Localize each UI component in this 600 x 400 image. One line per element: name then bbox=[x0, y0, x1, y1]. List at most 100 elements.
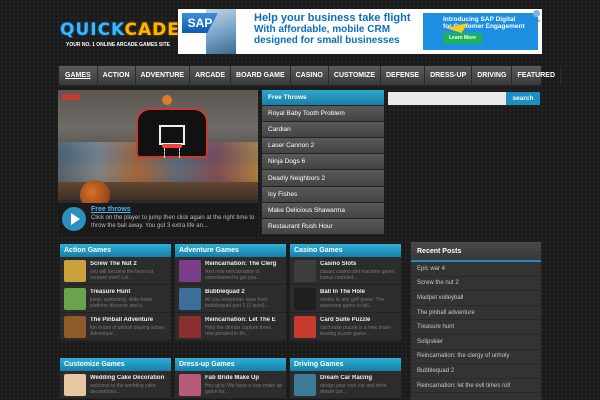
recent-post-link[interactable]: The pinball adventure bbox=[411, 306, 541, 321]
game-name[interactable]: Casino Slots bbox=[320, 261, 400, 267]
game-name[interactable]: Wedding Cake Decoration bbox=[90, 375, 170, 381]
panel-title[interactable]: Adventure Games bbox=[175, 244, 286, 257]
nav-action[interactable]: ACTION bbox=[98, 66, 136, 85]
game-thumbnail[interactable] bbox=[179, 316, 201, 338]
panel-title[interactable]: Action Games bbox=[60, 244, 171, 257]
game-thumbnail[interactable] bbox=[179, 260, 201, 282]
search-button[interactable]: search bbox=[506, 92, 540, 105]
panel-driving-games: Driving Games Dream Car Racing design yo… bbox=[290, 358, 401, 399]
game-thumbnail[interactable] bbox=[64, 316, 86, 338]
game-item[interactable]: Treasure Hunt jump, swimming, slide-head… bbox=[60, 285, 171, 313]
corner-marker bbox=[62, 94, 80, 100]
recent-post-link[interactable]: Epic war 4 bbox=[411, 262, 541, 277]
game-item[interactable]: Casino Slots classic casino slot machine… bbox=[290, 257, 401, 285]
close-icon[interactable]: ✕ bbox=[536, 18, 541, 25]
game-thumbnail[interactable] bbox=[179, 288, 201, 310]
panel-title[interactable]: Driving Games bbox=[290, 358, 401, 371]
featured-list-item[interactable]: Icy Fishes bbox=[262, 186, 384, 203]
nav-adventure[interactable]: ADVENTURE bbox=[136, 66, 191, 85]
nav-casino[interactable]: CASINO bbox=[291, 66, 329, 85]
panel-title[interactable]: Dress-up Games bbox=[175, 358, 286, 371]
recent-post-link[interactable]: Madpet volleyball bbox=[411, 291, 541, 306]
adchoices-icon[interactable] bbox=[533, 10, 540, 17]
play-icon[interactable] bbox=[62, 207, 86, 231]
game-name[interactable]: Reincarnation: The Clerg bbox=[205, 261, 285, 267]
recent-post-link[interactable]: Solipskier bbox=[411, 335, 541, 350]
game-item[interactable]: Ball In The Hole similar to any golf gam… bbox=[290, 285, 401, 313]
game-desc: And now reincarnation is unrestrained to… bbox=[205, 269, 261, 281]
game-item[interactable]: Screw The Nut 2 you will become the best… bbox=[60, 257, 171, 285]
game-name[interactable]: Dream Car Racing bbox=[320, 375, 400, 381]
recent-post-link[interactable]: Bubblequad 2 bbox=[411, 364, 541, 379]
featured-list-item[interactable]: Deadly Neighbors 2 bbox=[262, 170, 384, 187]
game-item[interactable]: Wedding Cake Decoration welcome to the w… bbox=[60, 371, 171, 399]
nav-dress-up[interactable]: DRESS-UP bbox=[425, 66, 473, 85]
recent-post-link[interactable]: Screw the nut 2 bbox=[411, 277, 541, 292]
game-thumbnail[interactable] bbox=[294, 260, 316, 282]
game-name[interactable]: Ball In The Hole bbox=[320, 289, 400, 295]
game-name[interactable]: Bubblequad 2 bbox=[205, 289, 285, 295]
game-item[interactable]: Fab Bride Make Up Hey girls! We have a n… bbox=[175, 371, 286, 399]
backboard-square bbox=[159, 125, 185, 145]
game-thumbnail[interactable] bbox=[64, 288, 86, 310]
search-form: search bbox=[388, 92, 540, 105]
nav-games[interactable]: GAMES bbox=[59, 66, 98, 85]
featured-list-item[interactable]: Free Throws bbox=[262, 90, 384, 107]
game-desc: classic casino slot machine game, bonus … bbox=[320, 269, 396, 281]
panel-title[interactable]: Casino Games bbox=[290, 244, 401, 257]
game-name[interactable]: Treasure Hunt bbox=[90, 289, 170, 295]
game-desc: All you remember save from bubblequad pa… bbox=[205, 297, 269, 309]
featured-list-item[interactable]: Restaurant Rush Hour bbox=[262, 218, 384, 235]
basketball-icon bbox=[162, 95, 172, 105]
featured-caption: Free throws Click on the player to jump … bbox=[58, 203, 258, 235]
nav-driving[interactable]: DRIVING bbox=[472, 66, 513, 85]
recent-post-link[interactable]: Reincarnation: the clergy of unholy bbox=[411, 350, 541, 365]
game-thumbnail[interactable] bbox=[64, 260, 86, 282]
panel-title[interactable]: Customize Games bbox=[60, 358, 171, 371]
nav-board-game[interactable]: BOARD GAME bbox=[231, 66, 291, 85]
nav-customize[interactable]: CUSTOMIZE bbox=[329, 66, 381, 85]
featured-list-item[interactable]: Royal Baby Tooth Problem bbox=[262, 106, 384, 123]
game-thumbnail[interactable] bbox=[294, 288, 316, 310]
banner-ad[interactable]: SAP Help your business take flight With … bbox=[178, 9, 542, 54]
game-thumbnail[interactable] bbox=[294, 316, 316, 338]
panel-casino-games: Casino Games Casino Slots classic casino… bbox=[290, 244, 401, 341]
game-thumbnail[interactable] bbox=[294, 374, 316, 396]
logo-tagline: YOUR NO. 1 ONLINE ARCADE GAMES SITE bbox=[66, 42, 170, 48]
category-nav: GAMES ACTION ADVENTURE ARCADE BOARD GAME… bbox=[58, 65, 562, 86]
game-item[interactable]: Dream Car Racing design your own car and… bbox=[290, 371, 401, 399]
game-thumbnail[interactable] bbox=[179, 374, 201, 396]
panel-customize-games: Customize Games Wedding Cake Decoration … bbox=[60, 358, 171, 399]
game-thumbnail[interactable] bbox=[64, 374, 86, 396]
game-name[interactable]: Fab Bride Make Up bbox=[205, 375, 285, 381]
game-desc: fun hours of pinball playing action. Adv… bbox=[90, 325, 166, 337]
game-desc: design your own car and drive dream car.… bbox=[320, 383, 387, 395]
nav-arcade[interactable]: ARCADE bbox=[190, 66, 232, 85]
featured-list-item[interactable]: Make Delicious Shawarma bbox=[262, 202, 384, 219]
featured-game-image[interactable] bbox=[58, 90, 258, 210]
featured-game: Free throws Click on the player to jump … bbox=[58, 90, 258, 235]
game-item[interactable]: Reincarnation: The Clerg And now reincar… bbox=[175, 257, 286, 285]
game-desc: similar to any golf game. The awesome ga… bbox=[320, 297, 385, 309]
featured-list-item[interactable]: Laser Cannon 2 bbox=[262, 138, 384, 155]
game-name[interactable]: Screw The Nut 2 bbox=[90, 261, 170, 267]
recent-post-link[interactable]: Reincarnation: let the evil times roll bbox=[411, 379, 541, 394]
ad-learn-more-button[interactable]: Learn More bbox=[443, 33, 482, 44]
hoop-net bbox=[164, 148, 180, 158]
game-name[interactable]: Reincarnation: Let The E bbox=[205, 317, 285, 323]
game-item[interactable]: Card Suite Puzzle card suite puzzle is a… bbox=[290, 313, 401, 341]
featured-list-item[interactable]: Ninja Dogs 6 bbox=[262, 154, 384, 171]
recent-post-link[interactable]: Treasure hunt bbox=[411, 320, 541, 335]
nav-defense[interactable]: DEFENSE bbox=[381, 66, 426, 85]
game-name[interactable]: Card Suite Puzzle bbox=[320, 317, 400, 323]
search-input[interactable] bbox=[388, 92, 506, 105]
site-logo[interactable]: QUICKCADE YOUR NO. 1 ONLINE ARCADE GAMES… bbox=[60, 22, 179, 52]
game-item[interactable]: The Pinball Adventure fun hours of pinba… bbox=[60, 313, 171, 341]
nav-featured[interactable]: FEATURED bbox=[512, 66, 562, 85]
featured-title[interactable]: Free throws bbox=[91, 206, 131, 213]
recent-posts-title: Recent Posts bbox=[411, 242, 541, 262]
game-name[interactable]: The Pinball Adventure bbox=[90, 317, 170, 323]
game-item[interactable]: Bubblequad 2 All you remember save from … bbox=[175, 285, 286, 313]
game-item[interactable]: Reincarnation: Let The E Help the demon … bbox=[175, 313, 286, 341]
featured-list-item[interactable]: Cardian bbox=[262, 122, 384, 139]
